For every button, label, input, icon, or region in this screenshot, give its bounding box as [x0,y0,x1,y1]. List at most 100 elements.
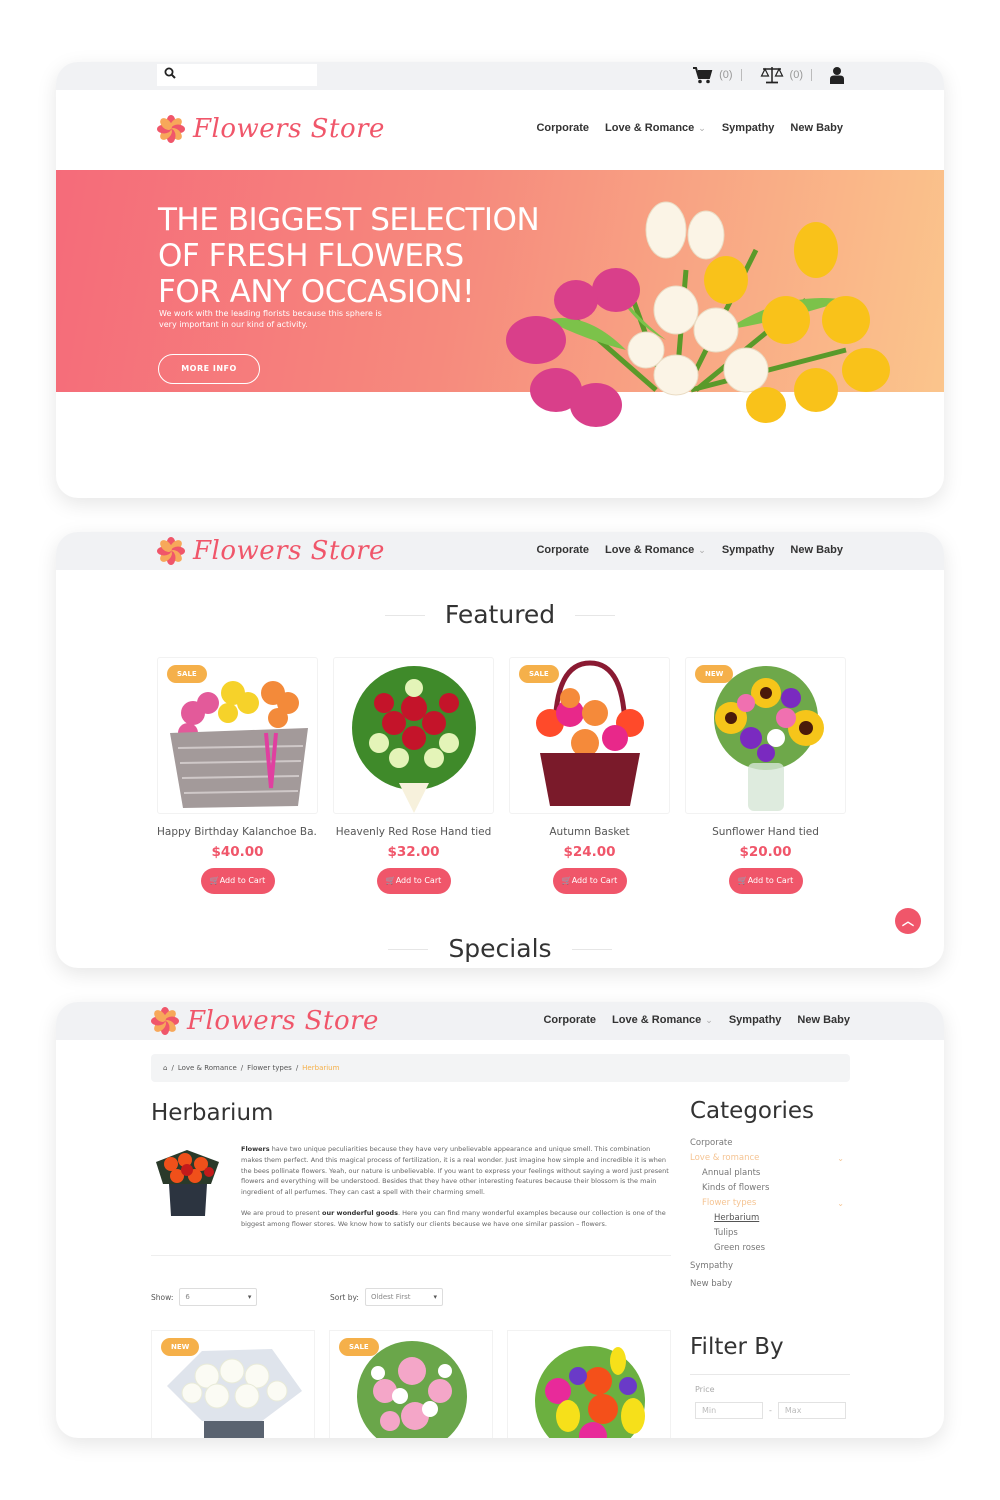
home-page-panel: (0) (0) Flowers Store Corporate Love & R… [56,62,944,498]
product-name[interactable]: Autumn Basket [509,826,670,838]
category-annual-plants[interactable]: Annual plants [690,1166,850,1181]
paragraph-text: We are proud to present [241,1208,322,1217]
scroll-to-top-button[interactable]: ︿ [895,908,921,934]
nav-sympathy[interactable]: Sympathy [722,544,775,556]
search-input[interactable] [157,64,317,86]
nav-corporate[interactable]: Corporate [536,122,589,134]
brand-name: Flowers Store [193,536,385,566]
breadcrumb-separator: / [240,1064,244,1072]
show-select[interactable]: 6 [179,1288,258,1306]
category-label: Green roses [714,1243,766,1253]
product-image[interactable] [507,1330,671,1438]
category-green-roses[interactable]: Green roses [690,1241,850,1256]
category-label: Corporate [690,1138,733,1148]
divider [811,69,812,81]
cart-icon: 🛒 [209,876,220,885]
add-to-cart-button[interactable]: 🛒Add to Cart [200,868,275,894]
category-label: Tulips [714,1228,738,1238]
product-name[interactable]: Sunflower Hand tied [685,826,846,838]
more-info-button[interactable]: MORE INFO [158,354,260,384]
product-image[interactable]: SALE [509,657,670,814]
compare-scale-icon[interactable] [760,66,784,84]
nav-label: Love & Romance [605,122,695,134]
category-corporate[interactable]: Corporate [690,1136,850,1151]
site-header: Flowers Store Corporate Love & Romance ⌄ … [56,532,944,570]
nav-sympathy[interactable]: Sympathy [729,1014,782,1026]
compare-count[interactable]: (0) [790,69,803,81]
product-image[interactable] [333,657,494,814]
product-image[interactable]: NEW [151,1330,315,1438]
cart-icon: 🛒 [561,876,572,885]
chevron-down-icon[interactable]: ⌄ [837,1151,844,1166]
filter-title: Filter By [690,1334,784,1360]
product-name[interactable]: Heavenly Red Rose Hand tied [333,826,494,838]
logo[interactable]: Flowers Store [151,1006,379,1036]
category-products: NEW SALE [151,1330,671,1438]
nav-corporate[interactable]: Corporate [536,544,589,556]
nav-love-romance[interactable]: Love & Romance ⌄ [612,1014,713,1026]
add-to-cart-button[interactable]: 🛒Add to Cart [728,868,803,894]
sort-control: Sort by: Oldest First [330,1288,443,1306]
category-flower-types[interactable]: Flower types ⌄ [690,1196,850,1211]
category-label: Flower types [702,1198,757,1208]
product-image[interactable]: NEW [685,657,846,814]
bold-text: our wonderful goods [322,1208,398,1217]
sale-badge: SALE [519,665,559,683]
featured-products: SALE Happy Birthday Kalanchoe Ba... $40.… [157,657,846,894]
cart-count[interactable]: (0) [719,69,732,81]
category-new-baby[interactable]: New baby [690,1277,850,1292]
nav-corporate[interactable]: Corporate [543,1014,596,1026]
search-icon[interactable] [164,67,176,82]
breadcrumb-love-romance[interactable]: Love & Romance [178,1064,237,1072]
category-love-romance[interactable]: Love & romance ⌄ [690,1151,850,1166]
flower-logo-icon [151,1007,179,1035]
nav-love-romance[interactable]: Love & Romance ⌄ [605,544,706,556]
site-header: Flowers Store Corporate Love & Romance ⌄ … [56,90,944,170]
category-herbarium[interactable]: Herbarium [690,1211,850,1226]
categories-sidebar: Categories Corporate Love & romance ⌄ Ann… [690,1098,850,1292]
product-price: $20.00 [739,844,792,860]
cart-icon: 🛒 [737,876,748,885]
nav-love-romance[interactable]: Love & Romance ⌄ [605,122,706,134]
show-control: Show: 6 [151,1288,258,1306]
chevron-down-icon[interactable]: ⌄ [837,1196,844,1211]
main-nav: Corporate Love & Romance ⌄ Sympathy New B… [536,122,843,134]
nav-new-baby[interactable]: New Baby [790,122,843,134]
product-image[interactable]: SALE [157,657,318,814]
price-max-input[interactable]: Max [777,1402,846,1419]
product-image[interactable]: SALE [329,1330,493,1438]
breadcrumb-flower-types[interactable]: Flower types [247,1064,292,1072]
filter-panel: Filter By Price Min - Max [690,1334,850,1419]
category-label: Love & romance [690,1153,760,1163]
button-label: Add to Cart [219,876,266,885]
user-account-icon[interactable] [830,66,844,84]
flower-logo-icon [157,115,185,143]
nav-new-baby[interactable]: New Baby [790,544,843,556]
sort-select[interactable]: Oldest First [364,1288,443,1306]
top-bar: (0) (0) [56,62,944,90]
category-page-panel: Flowers Store Corporate Love & Romance ⌄ … [56,1002,944,1438]
category-tulips[interactable]: Tulips [690,1226,850,1241]
featured-panel: Flowers Store Corporate Love & Romance ⌄ … [56,532,944,968]
chevron-down-icon: ⌄ [698,123,706,133]
new-badge: NEW [161,1338,200,1356]
home-icon[interactable]: ⌂ [163,1064,167,1072]
nav-sympathy[interactable]: Sympathy [722,122,775,134]
add-to-cart-button[interactable]: 🛒Add to Cart [552,868,627,894]
category-sympathy[interactable]: Sympathy [690,1259,850,1274]
add-to-cart-button[interactable]: 🛒Add to Cart [376,868,451,894]
logo[interactable]: Flowers Store [157,114,385,144]
product-name[interactable]: Happy Birthday Kalanchoe Ba... [157,826,318,838]
specials-heading: Specials [56,934,944,963]
price-min-input[interactable]: Min [695,1402,763,1419]
nav-new-baby[interactable]: New Baby [797,1014,850,1026]
category-kinds-of-flowers[interactable]: Kinds of flowers [690,1181,850,1196]
description-paragraph: Flowers have two unique peculiarities be… [241,1144,671,1198]
site-header: Flowers Store Corporate Love & Romance ⌄ … [56,1002,944,1040]
nav-label: Love & Romance [612,1014,702,1026]
category-label: Kinds of flowers [702,1183,770,1193]
category-description: Flowers have two unique peculiarities be… [241,1144,671,1230]
cart-icon[interactable] [693,66,713,84]
logo[interactable]: Flowers Store [157,536,385,566]
button-label: Add to Cart [571,876,618,885]
